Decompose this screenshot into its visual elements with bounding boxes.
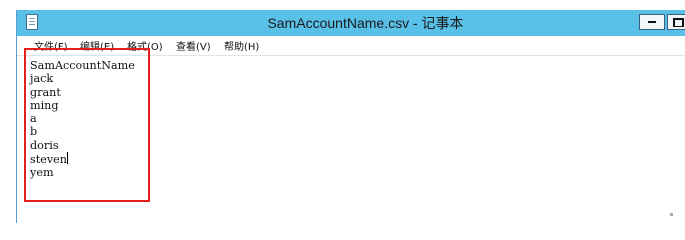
- title-bar[interactable]: SamAccountName.csv - 记事本: [17, 10, 685, 36]
- window-title: SamAccountName.csv - 记事本: [267, 15, 464, 31]
- menu-view[interactable]: 查看(V): [176, 38, 211, 53]
- resize-grip-icon[interactable]: [670, 213, 673, 216]
- minimize-icon: [648, 21, 656, 23]
- maximize-button[interactable]: [667, 14, 685, 30]
- menu-help[interactable]: 帮助(H): [224, 38, 259, 53]
- maximize-icon: [672, 17, 684, 27]
- red-highlight-box: [24, 48, 150, 202]
- minimize-button[interactable]: [639, 14, 665, 30]
